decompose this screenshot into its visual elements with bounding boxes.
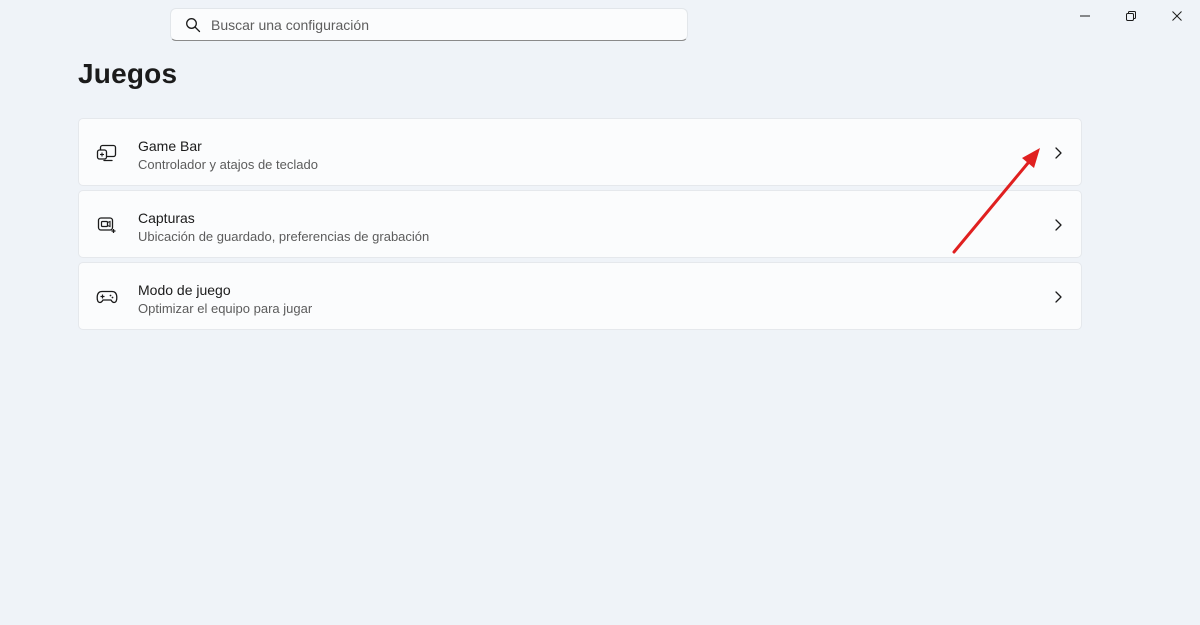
chevron-right-icon (1052, 218, 1064, 232)
item-subtitle: Ubicación de guardado, preferencias de g… (138, 229, 430, 244)
page-title: Juegos (78, 58, 178, 89)
item-subtitle: Optimizar el equipo para jugar (138, 301, 313, 316)
search-icon (185, 17, 201, 33)
close-icon (1172, 11, 1182, 21)
gamepad-icon (96, 287, 118, 307)
chevron-right-icon (1052, 290, 1064, 304)
restore-button[interactable] (1108, 0, 1154, 32)
captures-icon (96, 215, 118, 235)
item-title: Capturas (138, 210, 195, 226)
settings-item-game-bar[interactable]: Game Bar Controlador y atajos de teclado (78, 118, 1082, 186)
item-title: Game Bar (138, 138, 202, 154)
game-bar-icon (96, 143, 118, 163)
chevron-right-icon (1052, 146, 1064, 160)
restore-icon (1126, 11, 1136, 21)
settings-item-modo-de-juego[interactable]: Modo de juego Optimizar el equipo para j… (78, 262, 1082, 330)
item-title: Modo de juego (138, 282, 231, 298)
minimize-button[interactable] (1062, 0, 1108, 32)
settings-window: Juegos Game Bar Controlador y atajos de … (0, 0, 1200, 625)
settings-item-capturas[interactable]: Capturas Ubicación de guardado, preferen… (78, 190, 1082, 258)
minimize-icon (1080, 15, 1090, 17)
search-input[interactable] (211, 9, 671, 40)
close-button[interactable] (1154, 0, 1200, 32)
search-box[interactable] (170, 8, 688, 41)
item-subtitle: Controlador y atajos de teclado (138, 157, 318, 172)
